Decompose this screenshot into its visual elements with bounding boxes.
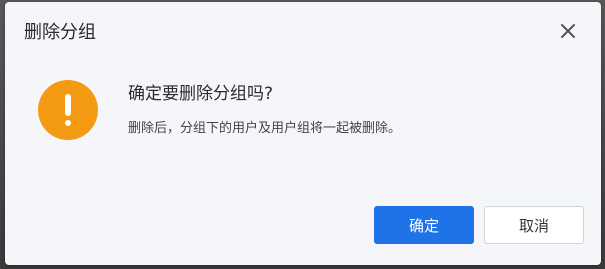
- close-icon[interactable]: [557, 20, 579, 42]
- warning-icon-dot: [65, 120, 71, 126]
- confirm-question: 确定要删除分组吗?: [128, 84, 274, 104]
- delete-group-dialog: 删除分组 确定要删除分组吗? 删除后，分组下的用户及用户组将一起被删除。 确定 …: [5, 2, 601, 265]
- warning-icon: [38, 80, 98, 140]
- dialog-body: 确定要删除分组吗? 删除后，分组下的用户及用户组将一起被删除。: [5, 62, 601, 192]
- warning-icon-bar: [65, 94, 71, 116]
- dialog-title: 删除分组: [24, 22, 96, 43]
- confirm-detail: 删除后，分组下的用户及用户组将一起被删除。: [128, 121, 402, 136]
- confirm-button[interactable]: 确定: [374, 206, 474, 244]
- cancel-button[interactable]: 取消: [484, 206, 584, 244]
- dialog-header: 删除分组: [5, 2, 601, 62]
